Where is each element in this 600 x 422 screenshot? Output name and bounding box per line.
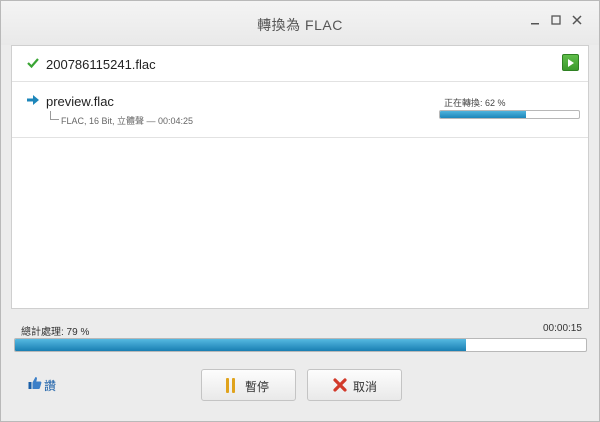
cancel-label: 取消	[353, 380, 378, 394]
like-label: 讚	[44, 379, 57, 393]
active-file-name: preview.flac	[46, 94, 114, 109]
checkmark-icon	[27, 58, 39, 69]
file-row-active[interactable]: preview.flac FLAC, 16 Bit, 立體聲 — 00:04:2…	[12, 81, 588, 138]
minimize-icon	[531, 23, 539, 25]
total-progress-fill	[15, 339, 467, 351]
file-list: 200786115241.flac preview.flac FLAC, 16 …	[11, 45, 589, 309]
pause-icon	[226, 378, 235, 393]
title-bar[interactable]: 轉換為 FLAC	[1, 1, 599, 45]
total-progress-label: 總計處理: 79 %	[21, 327, 90, 338]
pause-label: 暫停	[245, 380, 270, 394]
close-icon	[572, 15, 582, 25]
maximize-button[interactable]	[548, 13, 564, 29]
window-title: 轉換為 FLAC	[257, 17, 343, 33]
file-row-completed[interactable]: 200786115241.flac	[12, 46, 588, 82]
arrow-right-icon	[27, 95, 39, 105]
conversion-status: 正在轉換: 62 %	[444, 98, 506, 108]
cancel-x-icon	[333, 378, 347, 392]
open-file-button[interactable]	[562, 54, 579, 71]
total-progress-bar	[14, 338, 587, 352]
file-progress-fill	[440, 111, 527, 118]
pause-button[interactable]: 暫停	[201, 369, 296, 401]
active-file-details: FLAC, 16 Bit, 立體聲 — 00:04:25	[61, 116, 194, 126]
maximize-icon	[551, 15, 561, 25]
completed-file-name: 200786115241.flac	[46, 57, 156, 72]
close-button[interactable]	[569, 13, 585, 29]
minimize-button[interactable]	[527, 13, 543, 29]
convert-dialog: 轉換為 FLAC 200786115241.flac preview.flac	[0, 0, 600, 422]
elapsed-time: 00:00:15	[543, 323, 582, 334]
play-icon	[568, 59, 574, 67]
thumbs-up-icon	[28, 377, 42, 389]
cancel-button[interactable]: 取消	[307, 369, 402, 401]
file-progress-bar	[439, 110, 580, 119]
tree-connector	[50, 111, 59, 120]
